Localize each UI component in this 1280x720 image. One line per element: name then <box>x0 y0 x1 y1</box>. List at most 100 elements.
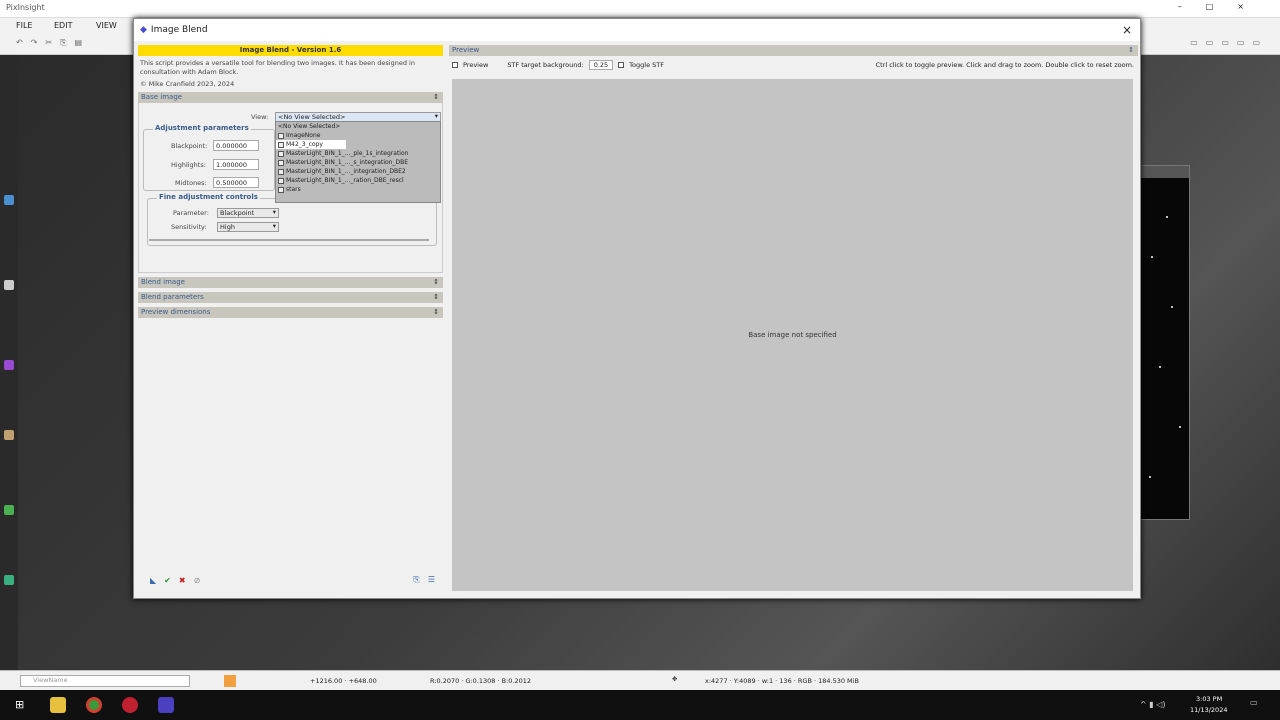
highlights-label: Highlights: <box>171 161 206 169</box>
color-swatch[interactable] <box>224 675 236 687</box>
view-selector[interactable]: ViewName <box>20 675 190 687</box>
toggle-icon[interactable]: ⇕ <box>1128 45 1134 56</box>
blackpoint-input[interactable]: 0.000000 <box>213 140 259 151</box>
window-controls[interactable]: –□× <box>1178 2 1268 11</box>
base-image-panel: View: <No View Selected> Adjustment para… <box>138 103 443 273</box>
preview-toolbar: Preview STF target background: 0.25 Togg… <box>449 56 1138 74</box>
cursor-coords: +1216.00 · +648.00 <box>310 677 377 685</box>
documentation-icon[interactable]: ⎘ <box>413 575 419 585</box>
preview-header-label: Preview <box>452 46 480 54</box>
toggle-icon[interactable]: ⇕ <box>433 292 439 303</box>
dropdown-item[interactable]: <No View Selected> <box>276 122 440 131</box>
image-window[interactable] <box>1140 165 1190 520</box>
stf-label: STF target background: <box>507 61 584 69</box>
parameter-select[interactable]: Blackpoint <box>217 208 279 218</box>
format-explorer-tab[interactable] <box>4 360 14 370</box>
script-editor-tab[interactable] <box>4 575 14 585</box>
toggle-stf-label: Toggle STF <box>629 61 664 69</box>
dropdown-item[interactable]: MasterLight_BIN_1_..._s_integration_DBE <box>276 158 440 167</box>
preview-checkbox-label: Preview <box>463 61 489 69</box>
fine-slider[interactable] <box>149 239 429 241</box>
notifications-icon[interactable]: ▭ <box>1250 698 1258 707</box>
midtones-label: Midtones: <box>175 179 207 187</box>
object-explorer-tab[interactable] <box>4 505 14 515</box>
copyright: © Mike Cranfield 2023, 2024 <box>140 80 235 88</box>
highlights-input[interactable]: 1.000000 <box>213 159 259 170</box>
fine-title: Fine adjustment controls <box>157 193 260 201</box>
status-bar: ViewName +1216.00 · +648.00 R:0.2070 · G… <box>0 670 1280 690</box>
section-blend-parameters[interactable]: Blend parameters ⇕ <box>138 292 443 303</box>
section-preview-dimensions[interactable]: Preview dimensions ⇕ <box>138 307 443 318</box>
section-blend-image[interactable]: Blend image ⇕ <box>138 277 443 288</box>
side-tabs[interactable] <box>0 55 18 670</box>
toolbar-icons-right[interactable]: ▭▭▭▭▭ <box>1190 38 1268 47</box>
close-button[interactable]: × <box>1122 23 1132 37</box>
sensitivity-label: Sensitivity: <box>171 223 207 231</box>
preview-header[interactable]: Preview ⇕ <box>449 45 1138 56</box>
image-info: x:4277 · Y:4089 · w:1 · 136 · RGB · 184.… <box>705 677 859 685</box>
adjustment-title: Adjustment parameters <box>153 124 251 132</box>
image-window-titlebar[interactable] <box>1141 166 1189 178</box>
clock-time: 3:03 PM <box>1196 695 1223 703</box>
section-label: Preview dimensions <box>141 308 211 316</box>
start-icon[interactable]: ⊞ <box>15 698 24 711</box>
bottom-left-actions: ◣ ✔ ✖ ⊘ <box>150 576 200 585</box>
section-label: Base image <box>141 93 183 101</box>
explorer-tab[interactable] <box>4 280 14 290</box>
crosshair-icon[interactable]: ✥ <box>672 675 677 683</box>
stf-input[interactable]: 0.25 <box>588 60 614 70</box>
app-icon: ◆ <box>140 25 147 35</box>
preview-hint: Ctrl click to toggle preview. Click and … <box>875 61 1134 69</box>
sensitivity-select[interactable]: High <box>217 222 279 232</box>
bottom-right-actions: ⎘ ☰ <box>413 575 435 585</box>
file-explorer-icon[interactable] <box>50 697 66 713</box>
preview-empty-message: Base image not specified <box>748 331 837 339</box>
dialog-title: Image Blend <box>150 25 208 35</box>
menu-edit[interactable]: EDIT <box>54 21 72 30</box>
file-explorer-tab[interactable] <box>4 430 14 440</box>
ok-icon[interactable]: ✔ <box>164 576 171 585</box>
toggle-icon[interactable]: ⇕ <box>433 277 439 288</box>
preview-canvas[interactable]: Base image not specified <box>452 79 1133 591</box>
process-explorer-tab[interactable] <box>4 195 14 205</box>
app-title: PixInsight <box>6 3 45 12</box>
dropdown-item[interactable]: MasterLight_BIN_1_..._ration_DBE_rescl <box>276 176 440 185</box>
taskbar: ⊞ ^ ▮ ◁) 3:03 PM 11/13/2024 ▭ <box>0 690 1280 720</box>
dropdown-item[interactable]: M42_3_copy <box>276 140 346 149</box>
dropdown-item[interactable]: MasterLight_BIN_1_..._integration_DBE2 <box>276 167 440 176</box>
clock-date: 11/13/2024 <box>1190 706 1228 714</box>
dropdown-item[interactable]: ImageNone <box>276 131 440 140</box>
app-icon-red[interactable] <box>122 697 138 713</box>
settings-icon[interactable]: ☰ <box>428 575 435 585</box>
reset-icon[interactable]: ⊘ <box>194 576 201 585</box>
blackpoint-label: Blackpoint: <box>171 142 208 150</box>
cancel-icon[interactable]: ✖ <box>179 576 186 585</box>
preview-panel: Preview ⇕ Preview STF target background: … <box>449 45 1138 595</box>
menu-view[interactable]: VIEW <box>96 21 117 30</box>
toggle-icon[interactable]: ⇕ <box>433 307 439 318</box>
pixinsight-icon[interactable] <box>158 697 174 713</box>
toggle-icon[interactable]: ⇕ <box>433 92 439 103</box>
dropdown-item[interactable]: MasterLight_BIN_1_..._ple_1s_integration <box>276 149 440 158</box>
section-label: Blend parameters <box>141 293 204 301</box>
view-label: View: <box>251 113 269 121</box>
new-instance-icon[interactable]: ◣ <box>150 576 156 585</box>
midtones-input[interactable]: 0.500000 <box>213 177 259 188</box>
toolbar-icons[interactable]: ↶↷✂⎘▤ <box>16 38 90 48</box>
app-titlebar: PixInsight –□× <box>0 0 1280 18</box>
tray-icons[interactable]: ^ ▮ ◁) <box>1140 700 1165 709</box>
section-label: Blend image <box>141 278 185 286</box>
section-base-image[interactable]: Base image ⇕ <box>138 92 443 103</box>
menu-file[interactable]: FILE <box>16 21 32 30</box>
dialog-titlebar: ◆ Image Blend × <box>134 19 1140 41</box>
parameter-label: Parameter: <box>173 209 209 217</box>
preview-checkbox[interactable] <box>452 62 458 68</box>
left-panel: Image Blend - Version 1.6 This script pr… <box>138 45 443 595</box>
dropdown-item[interactable]: stars <box>276 185 440 194</box>
description: This script provides a versatile tool fo… <box>140 59 415 76</box>
version-banner: Image Blend - Version 1.6 <box>138 45 443 56</box>
chrome-icon[interactable] <box>86 697 102 713</box>
toggle-stf-checkbox[interactable] <box>618 62 625 68</box>
image-blend-dialog: ◆ Image Blend × Image Blend - Version 1.… <box>133 18 1141 599</box>
view-dropdown-list[interactable]: <No View Selected> ImageNone M42_3_copy … <box>275 121 441 203</box>
